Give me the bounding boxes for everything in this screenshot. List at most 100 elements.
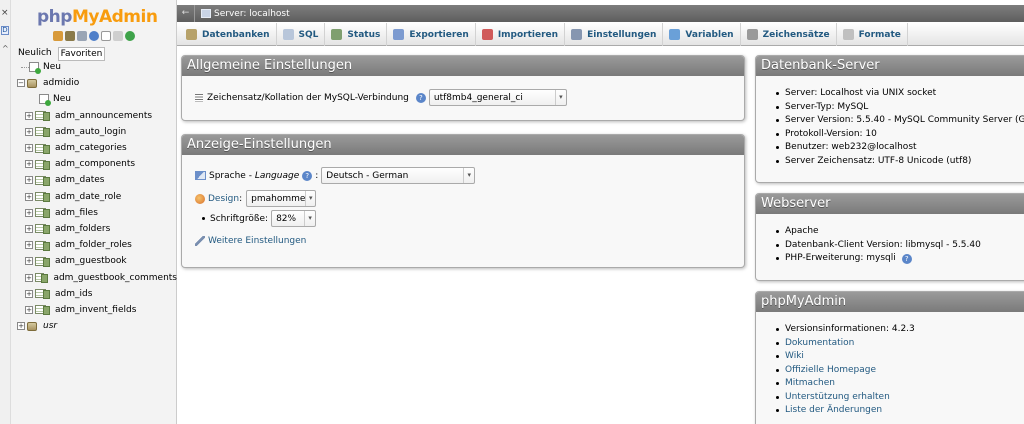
tree-table-item[interactable]: + adm_guestbook: [17, 253, 177, 269]
language-select[interactable]: Deutsch - German ▾: [321, 167, 476, 184]
tab-exportieren[interactable]: Exportieren: [387, 23, 476, 46]
navigation-panel: phpMyAdmin Neulich Favoriten Neu − admid…: [11, 0, 177, 424]
main-menu: Datenbanken SQL Status Exportieren Importier…: [177, 23, 1024, 46]
tree-table-item[interactable]: + adm_date_role: [17, 189, 177, 205]
close-icon[interactable]: ×: [1, 8, 9, 18]
chevron-down-icon: ▾: [304, 211, 315, 226]
expand-icon[interactable]: +: [25, 208, 33, 217]
tree-new-database[interactable]: Neu: [17, 59, 177, 75]
webserver-info: Apache Datenbank-Client Version: libmysql…: [776, 225, 981, 266]
info-item: Benutzer: web232@localhost: [776, 141, 1024, 155]
design-label[interactable]: Design: [208, 194, 239, 204]
engines-icon: [842, 29, 854, 40]
chevron-down-icon: ▾: [305, 191, 315, 206]
tree-table-item[interactable]: + adm_folders: [17, 221, 177, 237]
server-breadcrumb-bar: ← Server: localhost: [177, 5, 1024, 22]
pma-link[interactable]: Dokumentation: [785, 337, 854, 351]
tree-table-item[interactable]: + adm_announcements: [17, 108, 177, 124]
settings-icon[interactable]: [113, 31, 123, 41]
collation-label: Zeichensatz/Kollation der MySQL-Verbindu…: [207, 92, 409, 103]
language-label: Sprache - Language: [209, 170, 300, 181]
pma-link-item: Offizielle Homepage: [776, 364, 915, 378]
design-select[interactable]: pmahomme ▾: [246, 190, 317, 207]
expand-icon[interactable]: +: [17, 322, 25, 331]
pma-link[interactable]: Unterstützung erhalten: [785, 391, 890, 405]
pma-link[interactable]: Mitmachen: [785, 377, 835, 391]
tree-new-table[interactable]: Neu: [17, 91, 177, 107]
tree-db-usr[interactable]: + usr: [17, 318, 177, 334]
charset-icon: [746, 29, 758, 40]
table-icon: [35, 240, 50, 251]
home-icon[interactable]: [53, 31, 63, 41]
wrench-icon: [571, 29, 583, 40]
phpmyadmin-logo[interactable]: phpMyAdmin: [37, 7, 158, 27]
expand-icon[interactable]: +: [25, 305, 33, 314]
expand-icon[interactable]: +: [25, 224, 33, 233]
tab-status[interactable]: Status: [325, 23, 388, 46]
tab-datenbanken[interactable]: Datenbanken: [180, 23, 277, 46]
info-item: PHP-Erweiterung: mysqli?: [776, 252, 981, 266]
fontsize-label: Schriftgröße:: [210, 213, 269, 224]
tab-einstellungen[interactable]: Einstellungen: [565, 23, 664, 46]
tree-table-item[interactable]: + adm_folder_roles: [17, 237, 177, 253]
tab-sql[interactable]: SQL: [277, 23, 326, 46]
tab-zeichens-tze[interactable]: Zeichensätze: [741, 23, 837, 46]
docs-icon[interactable]: [101, 31, 111, 41]
tree-table-item[interactable]: + adm_guestbook_comments: [17, 269, 177, 285]
left-gutter: × D ^: [0, 0, 11, 424]
fontsize-select[interactable]: 82% ▾: [271, 210, 317, 227]
collapse-nav-icon[interactable]: ←: [177, 5, 195, 22]
status-icon: [331, 29, 343, 40]
pma-link[interactable]: Offizielle Homepage: [785, 364, 876, 378]
sql-icon[interactable]: [77, 31, 87, 41]
more-settings-link[interactable]: Weitere Einstellungen: [208, 236, 306, 246]
tree-table-item[interactable]: + adm_auto_login: [17, 124, 177, 140]
expand-icon[interactable]: +: [25, 273, 33, 282]
breadcrumb-server[interactable]: Server: localhost: [214, 9, 290, 19]
database-icon[interactable]: [65, 31, 75, 41]
collation-select[interactable]: utf8mb4_general_ci ▾: [428, 89, 567, 106]
expand-icon[interactable]: +: [25, 257, 33, 266]
tree-table-item[interactable]: + adm_files: [17, 205, 177, 221]
info-item: Server-Typ: MySQL: [776, 101, 1024, 115]
reload-icon[interactable]: [125, 31, 135, 41]
scroll-up-icon[interactable]: ^: [2, 44, 9, 53]
tree-table-item[interactable]: + adm_categories: [17, 140, 177, 156]
expand-icon[interactable]: +: [25, 289, 33, 298]
tab-variablen[interactable]: Variablen: [663, 23, 741, 46]
webserver-panel: Webserver Apache Datenbank-Client Version…: [755, 193, 1024, 281]
pma-link-item: Liste der Änderungen: [776, 404, 915, 418]
expand-icon[interactable]: +: [25, 192, 33, 201]
gutter-page-icon[interactable]: D: [1, 26, 9, 35]
pma-link-item: Dokumentation: [776, 337, 915, 351]
table-icon: [35, 111, 50, 122]
expand-icon[interactable]: +: [25, 176, 33, 185]
database-icon: [27, 78, 37, 88]
collapse-icon[interactable]: −: [17, 79, 25, 88]
table-icon: [35, 159, 50, 170]
tab-formate[interactable]: Formate: [837, 23, 908, 46]
info-icon[interactable]: [89, 31, 99, 41]
tree-table-item[interactable]: + adm_invent_fields: [17, 302, 177, 318]
database-icon: [186, 29, 197, 40]
table-icon: [34, 273, 48, 284]
help-icon[interactable]: ?: [302, 170, 313, 181]
tree-table-item[interactable]: + adm_dates: [17, 172, 177, 188]
tree-db-admidio[interactable]: − admidio: [17, 75, 177, 91]
tab-importieren[interactable]: Importieren: [476, 23, 566, 46]
tree-table-item[interactable]: + adm_ids: [17, 286, 177, 302]
pma-link[interactable]: Liste der Änderungen: [785, 404, 882, 418]
expand-icon[interactable]: +: [25, 160, 33, 169]
help-icon[interactable]: ?: [415, 92, 426, 103]
tree-table-item[interactable]: + adm_components: [17, 156, 177, 172]
help-icon[interactable]: ?: [901, 253, 912, 264]
pma-link[interactable]: Wiki: [785, 350, 804, 364]
expand-icon[interactable]: +: [25, 127, 33, 136]
phpmyadmin-panel: phpMyAdmin Versionsinformationen: 4.2.3 …: [755, 291, 1024, 424]
info-item: Datenbank-Client Version: libmysql - 5.5…: [776, 239, 981, 253]
table-icon: [35, 256, 50, 267]
sql-icon: [282, 29, 294, 40]
expand-icon[interactable]: +: [25, 111, 33, 120]
expand-icon[interactable]: +: [25, 241, 33, 250]
expand-icon[interactable]: +: [25, 144, 33, 153]
